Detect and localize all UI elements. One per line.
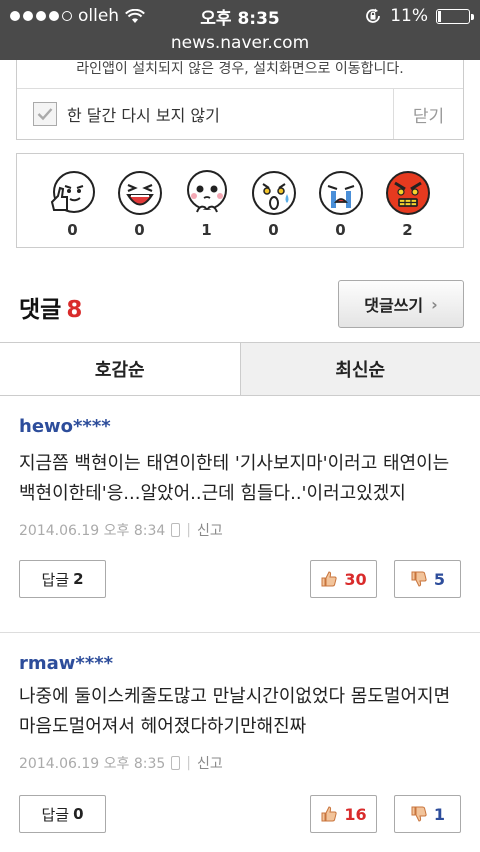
reaction-crying[interactable]: 0 — [316, 154, 366, 247]
reply-label: 답글 — [41, 570, 70, 589]
reaction-like[interactable]: 0 — [48, 154, 98, 247]
battery-percent: 11% — [390, 6, 428, 26]
reaction-pleading[interactable]: 1 — [182, 154, 232, 247]
comments-header: 댓글 8 댓글쓰기 › — [0, 280, 480, 332]
write-comment-label: 댓글쓰기 — [364, 296, 424, 315]
browser-top-bar: olleh 오후 8:35 11% news.naver.com — [0, 0, 480, 60]
reply-button[interactable]: 답글 0 — [19, 795, 106, 833]
reaction-count: 0 — [268, 221, 279, 239]
reaction-count: 0 — [67, 221, 78, 239]
pleading-face-icon — [186, 170, 227, 213]
tab-latest[interactable]: 최신순 — [239, 343, 480, 395]
dont-show-label[interactable]: 한 달간 다시 보지 않기 — [67, 102, 220, 126]
angry-face-icon — [385, 171, 430, 215]
thumbs-up-icon — [321, 806, 337, 822]
thumbs-down-icon — [411, 571, 427, 587]
reply-count: 0 — [73, 805, 84, 823]
comment-item: hewo**** 지금쯤 백현이는 태연이한테 '기사보지마'이러고 태연이는 … — [0, 396, 480, 632]
rotation-lock-icon — [366, 8, 381, 23]
thumbs-up-icon — [321, 571, 337, 587]
tab-popular[interactable]: 호감순 — [0, 343, 240, 395]
like-button[interactable]: 16 — [310, 795, 377, 833]
report-link[interactable]: 신고 — [197, 520, 223, 540]
write-comment-button[interactable]: 댓글쓰기 › — [338, 280, 464, 328]
dont-show-checkbox[interactable] — [33, 102, 57, 126]
battery-icon — [436, 8, 474, 24]
reaction-count: 1 — [201, 221, 212, 239]
like-count: 30 — [344, 569, 367, 589]
reaction-count: 2 — [402, 221, 413, 239]
comment-meta: 2014.06.19 오후 8:34 | 신고 — [19, 520, 223, 540]
dislike-button[interactable]: 5 — [394, 560, 461, 598]
status-bar: olleh 오후 8:35 11% — [0, 0, 480, 32]
comment-item: rmaw**** 나중에 둘이스케줄도많고 만날시간이없었다 몸도멀어지면마음도… — [0, 633, 480, 852]
mobile-icon — [171, 523, 181, 537]
laugh-face-icon — [117, 171, 162, 215]
comments-count: 8 — [66, 297, 83, 323]
thumbs-down-icon — [411, 806, 427, 822]
dislike-button[interactable]: 1 — [394, 795, 461, 833]
comment-date: 2014.06.19 오후 8:35 — [19, 756, 166, 772]
reply-count: 2 — [73, 570, 84, 588]
reaction-angry[interactable]: 2 — [383, 154, 433, 247]
comment-body: 지금쯤 백현이는 태연이한테 '기사보지마'이러고 태연이는 백현이한테'응..… — [19, 453, 450, 504]
comment-body: 나중에 둘이스케줄도많고 만날시간이없었다 몸도멀어지면마음도멀어져서 헤어졌다… — [19, 686, 451, 737]
reaction-count: 0 — [335, 221, 346, 239]
banner-close-button[interactable]: 닫기 — [393, 89, 463, 139]
report-link[interactable]: 신고 — [197, 753, 223, 773]
comment-username[interactable]: hewo**** — [19, 416, 111, 437]
comments-title: 댓글 8 — [19, 290, 82, 324]
sort-tabs: 호감순 최신순 — [0, 342, 480, 396]
signal-icon — [10, 11, 72, 21]
crying-face-icon — [318, 171, 363, 215]
reaction-scared[interactable]: 0 — [249, 154, 299, 247]
carrier-label: olleh — [78, 6, 120, 26]
mobile-icon — [171, 756, 181, 770]
reaction-count: 0 — [134, 221, 145, 239]
comments-title-label: 댓글 — [19, 297, 62, 323]
reaction-laugh[interactable]: 0 — [115, 154, 165, 247]
url-bar[interactable]: news.naver.com — [0, 32, 480, 54]
comment-username[interactable]: rmaw**** — [19, 653, 113, 674]
comment-date: 2014.06.19 오후 8:34 — [19, 523, 166, 539]
like-button[interactable]: 30 — [310, 560, 377, 598]
reply-label: 답글 — [41, 805, 70, 824]
meta-separator: | — [186, 755, 191, 771]
checkmark-icon — [37, 108, 53, 121]
meta-separator: | — [186, 522, 191, 538]
reply-button[interactable]: 답글 2 — [19, 560, 106, 598]
reaction-bar: 0 0 1 0 0 2 — [16, 153, 464, 248]
comment-meta: 2014.06.19 오후 8:35 | 신고 — [19, 753, 223, 773]
dislike-count: 5 — [433, 569, 446, 589]
chevron-right-icon: › — [431, 294, 438, 314]
wifi-icon — [125, 8, 146, 23]
scared-face-icon — [251, 171, 296, 215]
like-face-icon — [50, 171, 95, 213]
banner-message: 라인앱이 설치되지 않은 경우, 설치화면으로 이동합니다. — [76, 61, 404, 77]
dislike-count: 1 — [433, 804, 446, 824]
line-install-banner: 라인앱이 설치되지 않은 경우, 설치화면으로 이동합니다. 한 달간 다시 보… — [16, 60, 464, 140]
like-count: 16 — [344, 804, 367, 824]
